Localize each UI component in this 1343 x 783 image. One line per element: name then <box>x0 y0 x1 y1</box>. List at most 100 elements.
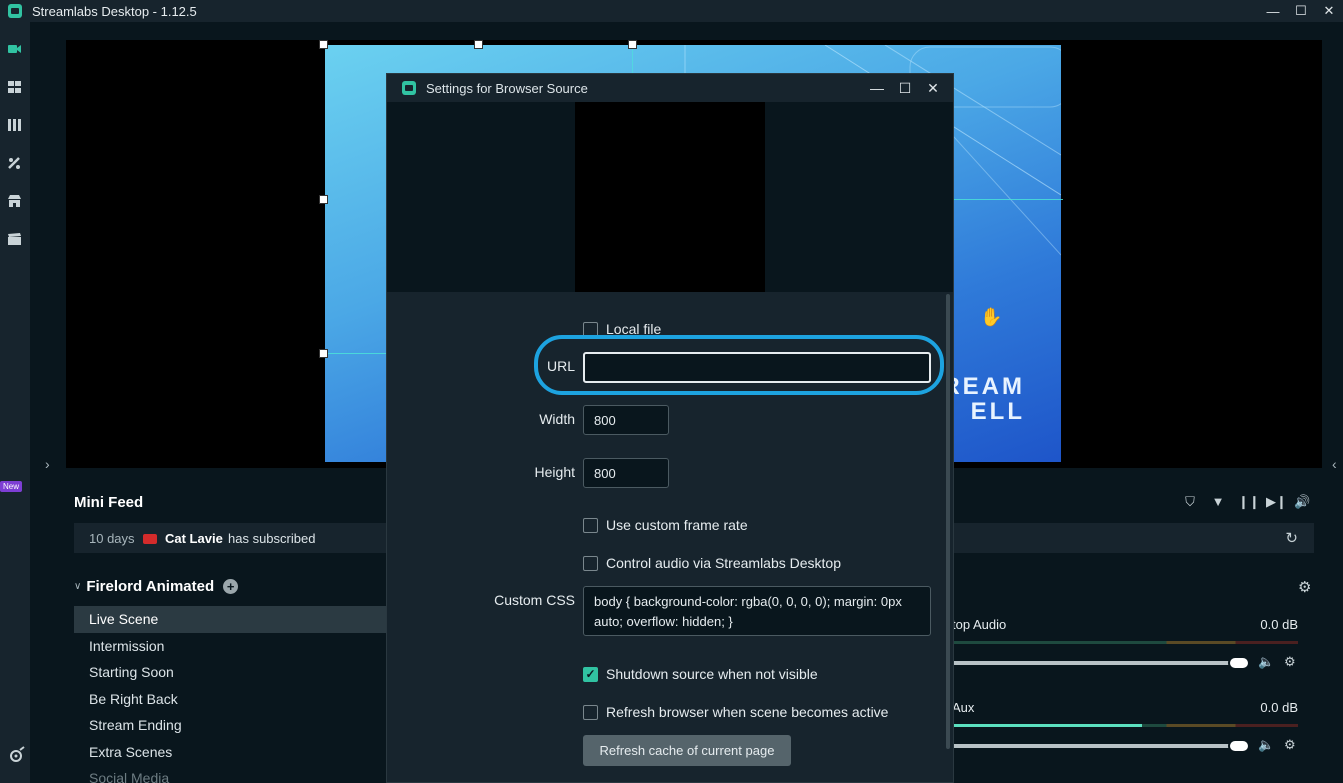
mini-feed-title: Mini Feed <box>74 494 144 511</box>
resize-handle[interactable] <box>319 195 328 204</box>
dialog-title: Settings for Browser Source <box>426 80 588 96</box>
settings-wrench-icon[interactable] <box>8 746 26 764</box>
themes-brush-icon[interactable] <box>7 156 22 170</box>
width-label: Width <box>539 411 575 427</box>
scene-item[interactable]: Intermission <box>74 633 394 660</box>
dialog-title-bar: Settings for Browser Source — ☐ ✕ <box>387 74 953 102</box>
speaker-icon[interactable]: 🔈 <box>1258 737 1274 753</box>
control-audio-checkbox[interactable] <box>583 555 598 571</box>
browser-source-settings-dialog: Settings for Browser Source — ☐ ✕ Local … <box>386 73 954 783</box>
window-title: Streamlabs Desktop - 1.12.5 <box>32 3 197 19</box>
chevron-right-icon[interactable]: › <box>45 456 50 472</box>
height-label: Height <box>534 464 575 480</box>
pause-icon[interactable]: ❙❙ <box>1238 494 1260 510</box>
close-button[interactable]: ✕ <box>1315 0 1343 22</box>
speaker-icon[interactable]: 🔈 <box>1258 654 1274 670</box>
resize-handle[interactable] <box>319 40 328 49</box>
minimize-button[interactable]: — <box>1259 0 1287 22</box>
chevron-left-icon[interactable]: ‹ <box>1332 456 1337 472</box>
streamlabs-logo-icon <box>402 81 416 95</box>
scene-item[interactable]: Extra Scenes <box>74 739 394 766</box>
scene-item[interactable]: Stream Ending <box>74 712 394 739</box>
dialog-window-controls: — ☐ ✕ <box>863 74 947 102</box>
youtube-icon <box>143 534 157 544</box>
mixer-source-label: Aux <box>952 700 975 715</box>
refresh-on-scene-checkbox[interactable] <box>583 704 598 720</box>
form-scrollbar[interactable] <box>946 294 950 749</box>
resize-handle[interactable] <box>628 40 637 49</box>
shield-icon[interactable]: ⛉ <box>1182 494 1198 510</box>
studio-mode-icon[interactable] <box>7 118 22 132</box>
canvas-text-ell: ELL <box>970 398 1025 425</box>
canvas-text-stream: REAM <box>942 373 1025 400</box>
guide-line <box>632 45 633 73</box>
shutdown-option[interactable]: Shutdown source when not visible <box>583 666 818 682</box>
scene-collection-name[interactable]: Firelord Animated <box>86 578 214 595</box>
shutdown-label: Shutdown source when not visible <box>606 666 818 682</box>
title-bar: Streamlabs Desktop - 1.12.5 — ☐ ✕ <box>0 0 1343 22</box>
volume-meter <box>952 641 1298 644</box>
source-preview-frame <box>575 102 765 292</box>
custom-frame-rate-option[interactable]: Use custom frame rate <box>583 517 748 533</box>
filter-icon[interactable]: ▼ <box>1210 494 1226 510</box>
custom-css-label: Custom CSS <box>494 592 575 608</box>
editor-camera-icon[interactable] <box>7 42 22 56</box>
refresh-cache-button[interactable]: Refresh cache of current page <box>583 735 791 766</box>
volume-meter-fill <box>952 724 1143 727</box>
refresh-on-scene-option[interactable]: Refresh browser when scene becomes activ… <box>583 704 888 720</box>
dialog-close-button[interactable]: ✕ <box>919 74 947 102</box>
resize-handle[interactable] <box>474 40 483 49</box>
resize-handle[interactable] <box>319 349 328 358</box>
mixer-settings-gear-icon[interactable]: ⚙ <box>1298 578 1311 596</box>
volume-slider-knob[interactable] <box>1228 739 1250 753</box>
control-audio-option[interactable]: Control audio via Streamlabs Desktop <box>583 555 841 571</box>
volume-slider-knob[interactable] <box>1228 656 1250 670</box>
mixer-db-value: 0.0 dB <box>1260 700 1298 715</box>
volume-slider[interactable] <box>952 661 1242 665</box>
speaker-icon[interactable]: 🔊 <box>1294 494 1310 510</box>
scene-item[interactable]: Be Right Back <box>74 686 394 713</box>
url-input[interactable] <box>583 352 931 383</box>
source-preview <box>387 102 953 292</box>
gear-icon[interactable]: ⚙ <box>1284 737 1296 753</box>
scene-list: Live Scene Intermission Starting Soon Be… <box>74 606 394 783</box>
scene-item[interactable]: Live Scene <box>74 606 394 633</box>
refresh-on-scene-label: Refresh browser when scene becomes activ… <box>606 704 889 720</box>
custom-css-textarea[interactable]: body { background-color: rgba(0, 0, 0, 0… <box>583 586 931 636</box>
mixer-source-label: top Audio <box>952 617 1007 632</box>
scene-item[interactable]: Starting Soon <box>74 659 394 686</box>
event-action: has subscribed <box>228 531 316 546</box>
scene-item[interactable]: Social Media <box>74 765 394 783</box>
app-store-icon[interactable] <box>7 194 22 208</box>
repeat-alert-icon[interactable]: ↻ <box>1285 529 1298 547</box>
skip-icon[interactable]: ▶❙ <box>1266 494 1287 510</box>
settings-form: Local file URL Width Height Use custom f… <box>387 292 953 782</box>
height-input[interactable] <box>583 458 669 488</box>
add-scene-icon[interactable]: + <box>223 579 239 594</box>
custom-frame-rate-label: Use custom frame rate <box>606 517 748 533</box>
volume-meter <box>952 724 1298 727</box>
shutdown-checkbox[interactable] <box>583 666 598 682</box>
guide-line <box>953 199 1063 200</box>
event-username[interactable]: Cat Lavie <box>165 531 223 546</box>
maximize-button[interactable]: ☐ <box>1287 0 1315 22</box>
mini-feed-controls: ⛉ ▼ ❙❙ ▶❙ 🔊 <box>1182 494 1310 510</box>
guide-line <box>325 353 387 354</box>
chevron-down-icon[interactable]: ∨ <box>74 581 81 592</box>
mixer-db-value: 0.0 dB <box>1260 617 1298 632</box>
custom-frame-rate-checkbox[interactable] <box>583 517 598 533</box>
dialog-minimize-button[interactable]: — <box>863 74 891 102</box>
left-sidebar: New <box>0 22 30 783</box>
streamlabs-logo-icon <box>8 4 22 18</box>
new-badge: New <box>0 481 23 492</box>
dialog-maximize-button[interactable]: ☐ <box>891 74 919 102</box>
layout-grid-icon[interactable] <box>7 80 22 94</box>
streamlabs-app: Streamlabs Desktop - 1.12.5 — ☐ ✕ New RE… <box>0 0 1343 783</box>
width-input[interactable] <box>583 405 669 435</box>
gear-icon[interactable]: ⚙ <box>1284 654 1296 670</box>
highlighter-clapboard-icon[interactable] <box>7 232 22 246</box>
event-time: 10 days <box>89 531 135 546</box>
control-audio-label: Control audio via Streamlabs Desktop <box>606 555 842 571</box>
hand-cursor-icon: ✋ <box>980 307 1003 327</box>
volume-slider[interactable] <box>952 744 1242 748</box>
